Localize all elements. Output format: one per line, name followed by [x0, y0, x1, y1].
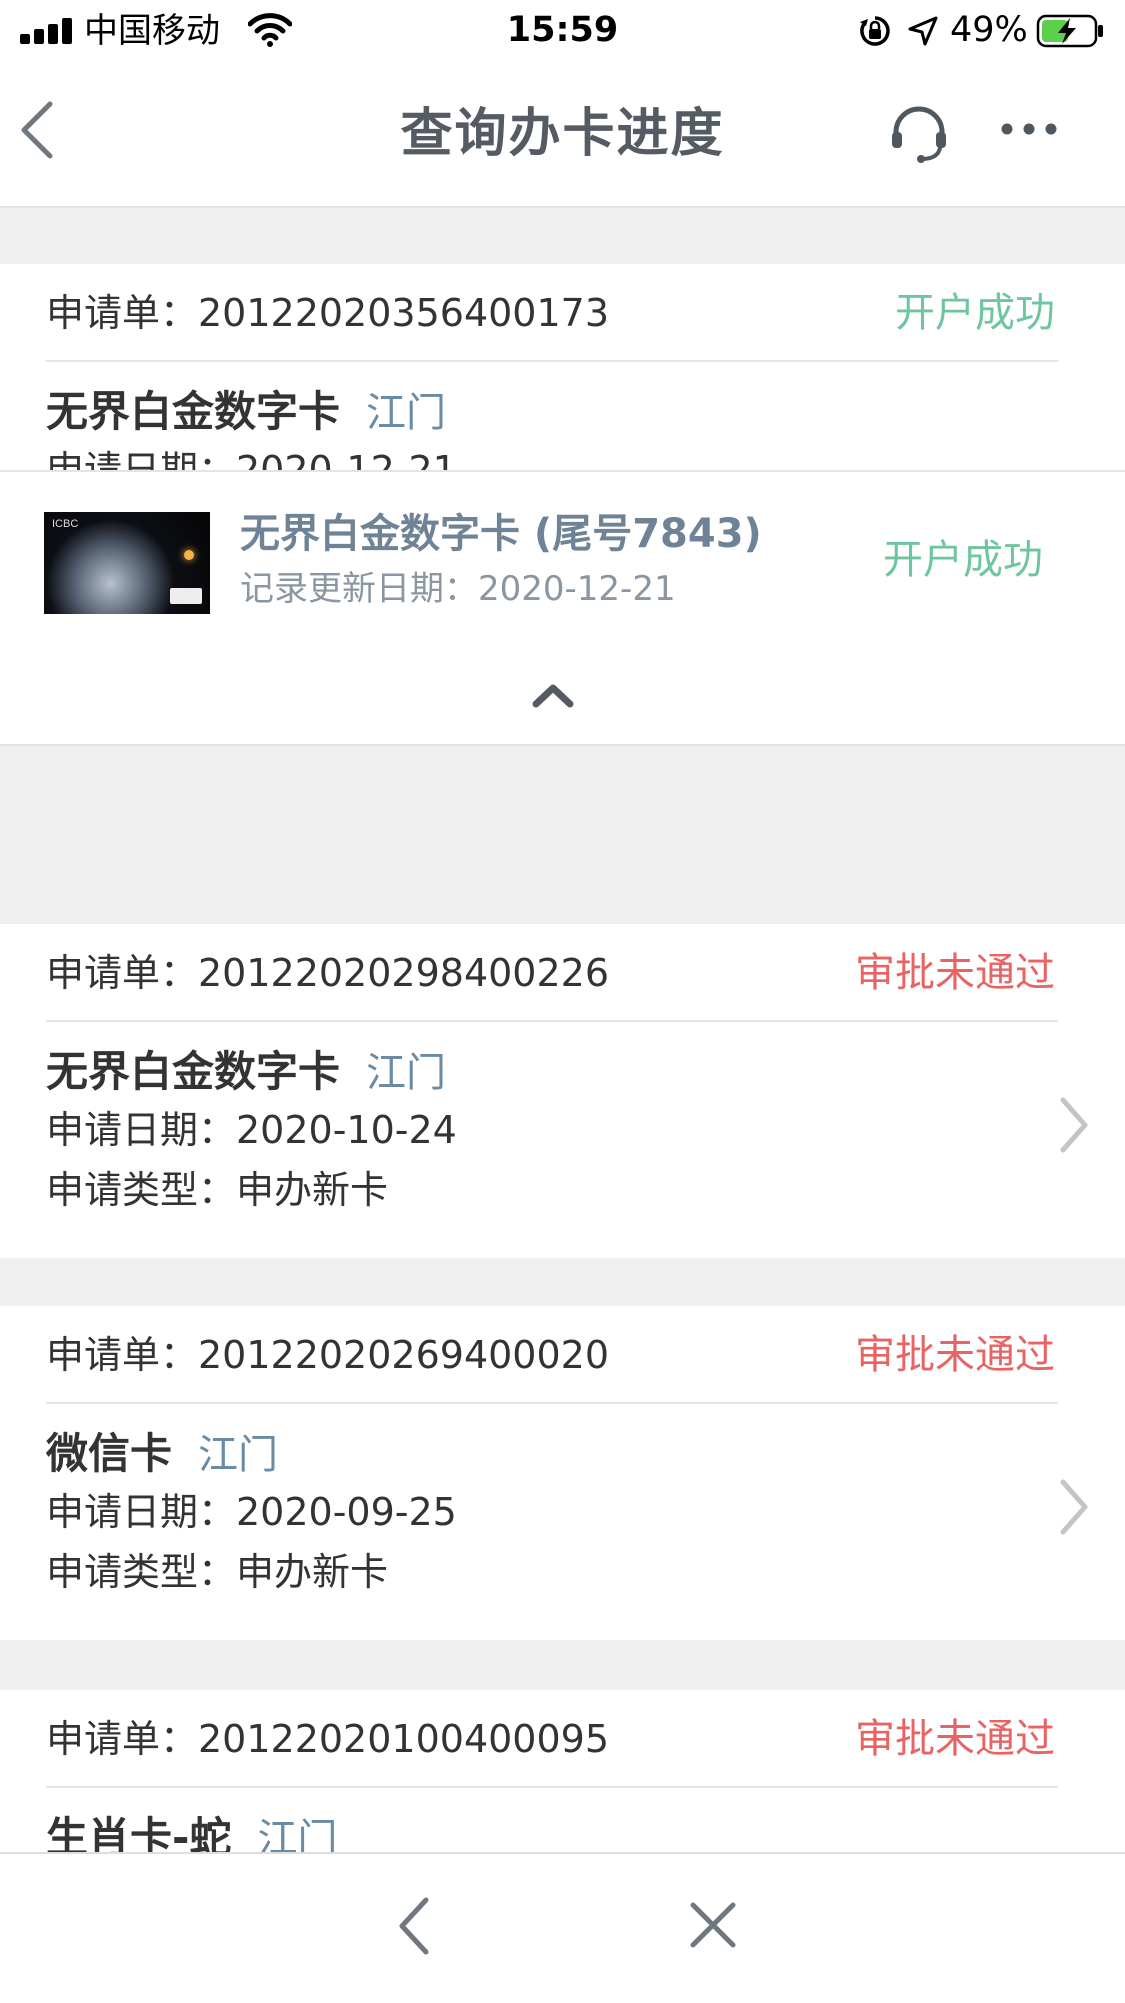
card-city: 江门	[257, 1816, 338, 1852]
chevron-right-icon	[1060, 1097, 1088, 1153]
unionpay-icon	[170, 588, 202, 604]
icbc-logo-icon: ICBC	[52, 518, 79, 530]
application-status: 审批未通过	[855, 1332, 1055, 1378]
card-detail-title: 无界白金数字卡 (尾号7843)	[240, 511, 762, 557]
apply-type: 申请类型：申办新卡	[46, 1168, 389, 1212]
application-card[interactable]: 申请单：20122020269400020 审批未通过 微信卡 江门 申请日期：2…	[0, 1306, 1125, 1640]
application-number: 申请单：20122020298400226	[46, 951, 610, 995]
divider	[46, 1402, 1058, 1404]
application-card[interactable]: 申请单：20122020298400226 审批未通过 无界白金数字卡 江门 申请…	[0, 924, 1125, 1258]
chevron-up-icon	[532, 684, 574, 708]
battery-percent: 49%	[950, 10, 1028, 50]
card-detail-row[interactable]: ICBC 无界白金数字卡 (尾号7843) 记录更新日期：2020-12-21 …	[0, 470, 1125, 654]
apply-date: 申请日期：2020-09-25	[46, 1490, 457, 1534]
card-name-line: 微信卡 江门	[46, 1426, 278, 1491]
location-icon	[908, 16, 938, 46]
headset-icon[interactable]	[888, 102, 950, 164]
card-city: 江门	[366, 390, 447, 436]
application-list: 申请单：20122020356400173 开户成功 无界白金数字卡江门 申请日…	[0, 208, 1125, 1852]
card-name: 无界白金数字卡	[46, 1047, 341, 1096]
divider	[46, 1786, 1058, 1788]
application-header: 申请单：20122020100400095 审批未通过	[0, 1690, 1125, 1786]
application-status: 审批未通过	[855, 950, 1055, 996]
apply-date: 申请日期：2020-10-24	[46, 1108, 457, 1152]
card-name: 微信卡	[46, 1429, 173, 1478]
card-name-line: 无界白金数字卡 江门	[46, 1044, 446, 1109]
application-number: 申请单：20122020356400173	[46, 291, 610, 335]
apply-type: 申请类型：申办新卡	[46, 1550, 389, 1594]
chevron-right-icon	[1060, 1479, 1088, 1535]
bottom-back-icon[interactable]	[394, 1894, 434, 1958]
bottom-close-icon[interactable]	[688, 1900, 738, 1950]
more-icon[interactable]	[998, 114, 1060, 144]
divider	[46, 360, 1058, 362]
card-name: 无界白金数字卡	[46, 387, 341, 436]
application-header: 申请单：20122020298400226 审批未通过	[0, 924, 1125, 1020]
application-number: 申请单：20122020100400095	[46, 1717, 610, 1761]
card-thumbnail: ICBC	[44, 512, 210, 614]
thumb-decoration	[184, 550, 194, 560]
application-card[interactable]: 申请单：20122020100400095 审批未通过 生肖卡-蛇 江门	[0, 1690, 1125, 1852]
nav-bar: 查询办卡进度	[0, 62, 1125, 208]
page-title: 查询办卡进度	[400, 104, 725, 164]
battery-icon	[1036, 14, 1103, 48]
application-status: 审批未通过	[855, 1716, 1055, 1762]
divider	[46, 1020, 1058, 1022]
card-city: 江门	[366, 1050, 447, 1096]
rotation-lock-icon	[860, 16, 890, 46]
application-header: 申请单：20122020269400020 审批未通过	[0, 1306, 1125, 1402]
application-status: 开户成功	[895, 290, 1055, 336]
card-detail-updated: 记录更新日期：2020-12-21	[240, 569, 676, 609]
application-header: 申请单：20122020356400173 开户成功	[0, 264, 1125, 360]
card-name: 生肖卡-蛇	[46, 1813, 232, 1852]
card-detail-status: 开户成功	[883, 537, 1043, 583]
card-name-line: 无界白金数字卡 江门	[46, 384, 446, 449]
application-number: 申请单：20122020269400020	[46, 1333, 610, 1377]
card-name-line: 生肖卡-蛇 江门	[46, 1810, 337, 1852]
card-city: 江门	[198, 1432, 279, 1478]
bottom-toolbar	[0, 1852, 1125, 2003]
status-bar: 中国移动 15:59 49%	[0, 0, 1125, 62]
collapse-toggle[interactable]	[0, 652, 1125, 746]
